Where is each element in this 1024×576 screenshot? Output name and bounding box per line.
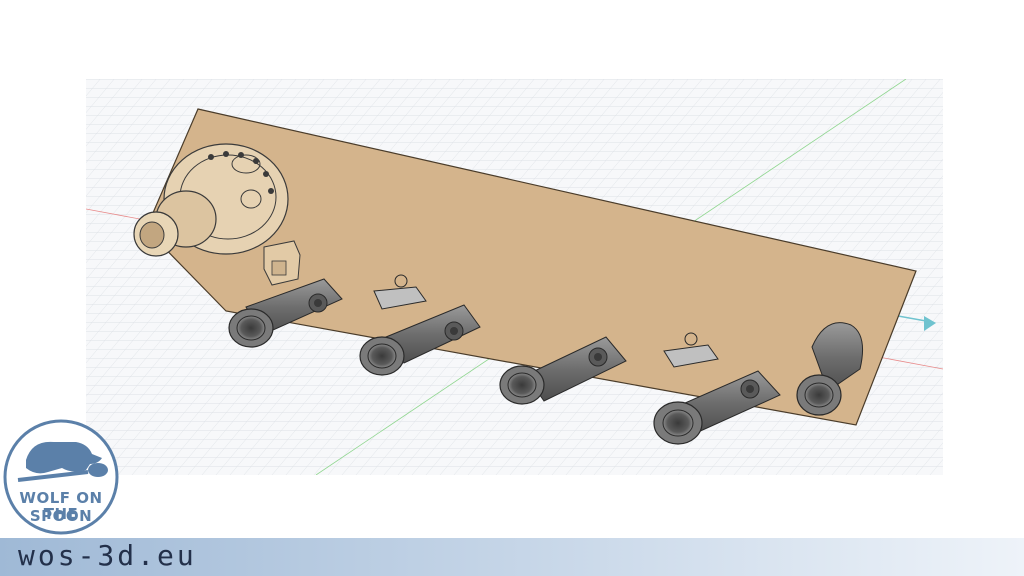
viewport-scene <box>86 79 943 475</box>
footer-url[interactable]: wos-3d.eu <box>18 539 197 572</box>
footer-bar: wos-3d.eu <box>0 538 1024 576</box>
logo-text-line2: SPOON <box>29 507 93 525</box>
wolf-on-the-spoon-logo: WOLF ON THE SPOON <box>2 418 120 536</box>
idler-bracket[interactable] <box>263 240 301 286</box>
3d-viewport[interactable] <box>86 79 943 475</box>
spoon-bowl-icon <box>88 463 108 477</box>
